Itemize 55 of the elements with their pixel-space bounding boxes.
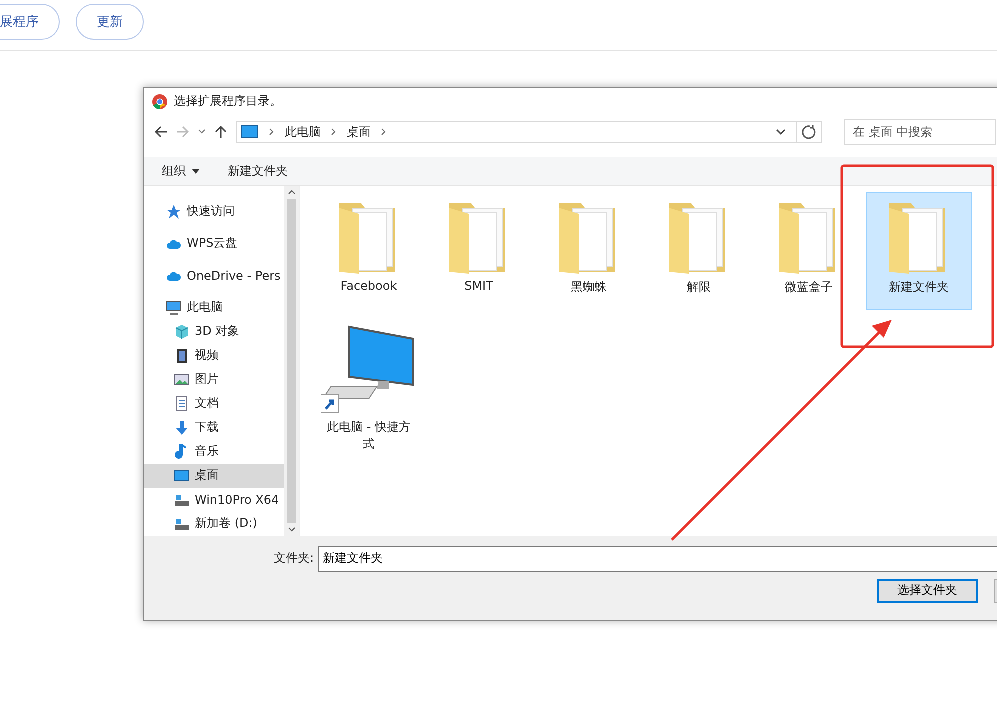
dialog-title: 选择扩展程序目录。 — [174, 93, 282, 110]
pill-button[interactable]: 展程序 — [0, 4, 60, 40]
sidebar-item[interactable]: 图片 — [144, 368, 284, 392]
sidebar-item[interactable]: 视频 — [144, 344, 284, 368]
chevron-down-icon[interactable] — [198, 129, 206, 136]
sidebar-item[interactable]: 下载 — [144, 416, 284, 440]
sidebar-item[interactable]: 3D 对象 — [144, 320, 284, 344]
field-label: 文件夹: — [274, 550, 314, 568]
organize-menu[interactable]: 组织 — [162, 162, 200, 180]
desktop-icon — [241, 125, 259, 140]
chevron-up-icon — [288, 188, 296, 195]
sidebar-item[interactable]: WPS云盘 — [144, 232, 284, 256]
up-arrow-icon[interactable] — [214, 125, 228, 140]
sidebar-item[interactable]: 桌面 — [144, 464, 284, 488]
breadcrumb-item[interactable]: 桌面 — [347, 124, 371, 141]
chevron-right-icon — [269, 128, 275, 136]
folder-name-field[interactable]: 新建文件夹 — [318, 546, 997, 572]
file-item[interactable]: 解限 — [646, 192, 752, 310]
chevron-down-icon[interactable] — [776, 128, 786, 136]
address-bar[interactable]: 此电脑 桌面 — [236, 121, 822, 144]
scrollbar[interactable] — [284, 186, 299, 536]
sidebar-item[interactable]: OneDrive - Pers — [144, 264, 284, 288]
back-arrow-icon[interactable] — [154, 125, 168, 140]
pill-button[interactable]: 更新 — [76, 4, 144, 40]
picture-icon — [174, 372, 190, 388]
toolbar-button[interactable]: 新建文件夹 — [228, 162, 288, 180]
file-item[interactable]: 此电脑 - 快捷方式 — [316, 318, 422, 454]
file-item[interactable]: 黑蜘蛛 — [536, 192, 642, 310]
sidebar-item[interactable]: Win10Pro X64 — [144, 488, 284, 512]
select-folder-button[interactable]: 选择文件夹 — [877, 578, 978, 603]
caret-icon — [192, 168, 200, 174]
sidebar-item[interactable]: 音乐 — [144, 440, 284, 464]
breadcrumb-item[interactable]: 此电脑 — [285, 124, 321, 141]
chevron-down-icon — [288, 526, 296, 533]
computer-shortcut-icon — [321, 324, 417, 415]
film-icon — [174, 348, 190, 364]
file-item[interactable]: Facebook — [316, 192, 422, 310]
search-field[interactable]: 在 桌面 中搜索 — [844, 119, 996, 146]
chevron-right-icon — [331, 128, 337, 136]
file-item[interactable]: SMIT — [426, 192, 532, 310]
file-item[interactable]: 微蓝盒子 — [756, 192, 862, 310]
sidebar-item[interactable]: 文档 — [144, 392, 284, 416]
chevron-right-icon — [381, 128, 387, 136]
document-icon — [174, 396, 190, 412]
sidebar-item[interactable]: 此电脑 — [144, 296, 284, 320]
browser-logo-icon — [152, 94, 168, 110]
download-icon — [174, 420, 190, 436]
scrollbar-thumb[interactable] — [287, 198, 296, 523]
star-icon — [166, 204, 182, 220]
sidebar-item[interactable]: 快速访问 — [144, 200, 284, 224]
file-item[interactable]: 新建文件夹 — [866, 192, 972, 310]
monitor-icon — [166, 300, 182, 316]
sidebar-item[interactable]: 新加卷 (D:) — [144, 512, 284, 536]
desktop-icon — [174, 468, 190, 484]
cube-icon — [174, 324, 190, 340]
